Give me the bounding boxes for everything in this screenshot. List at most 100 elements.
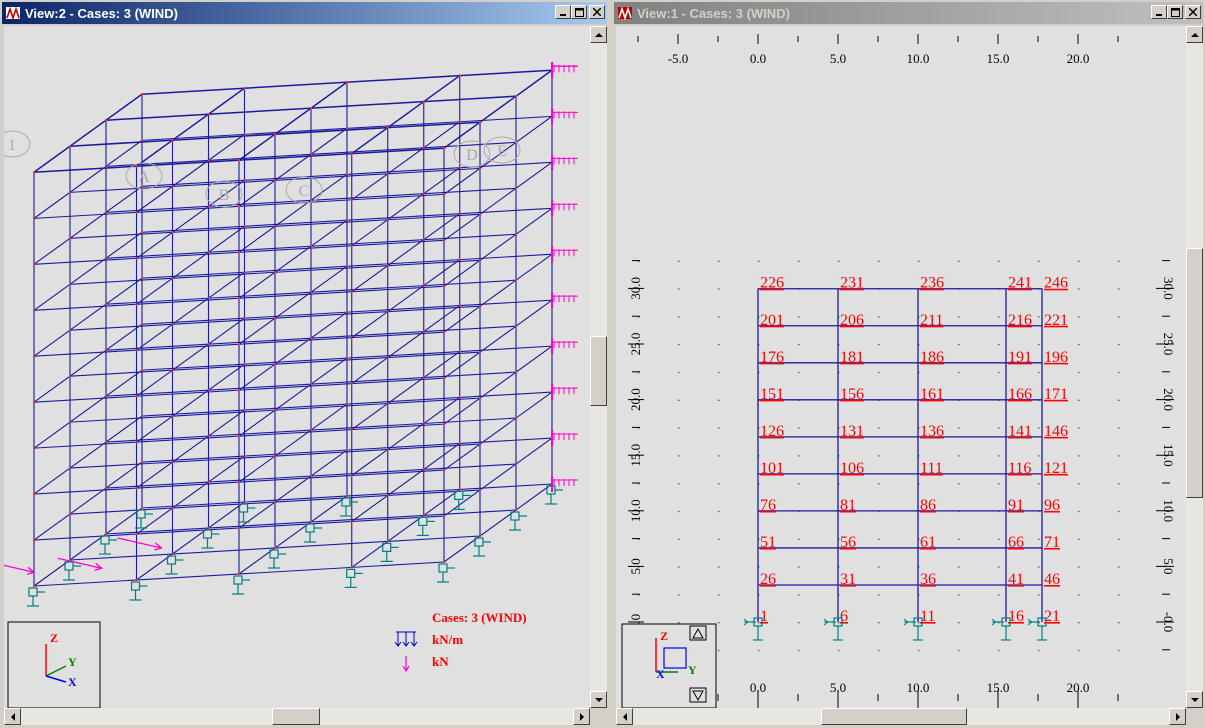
node-label: 216 bbox=[1008, 312, 1032, 329]
scroll-down-button[interactable] bbox=[590, 691, 607, 708]
maximize-button[interactable] bbox=[571, 5, 587, 19]
left-3d-viewport[interactable]: 1 D E A B C Cases: 3 (WIND) kN/m kN Z Y X bbox=[4, 26, 590, 708]
structure-elevation-view[interactable]: -5.0-5.00.00.05.05.010.010.015.015.020.0… bbox=[616, 26, 1186, 708]
right-vertical-scrollbar[interactable] bbox=[1186, 26, 1203, 708]
grid-dot bbox=[1118, 399, 1120, 401]
left-vertical-scrollbar[interactable] bbox=[590, 26, 607, 708]
maximize-button[interactable] bbox=[1167, 5, 1183, 19]
grid-dot bbox=[998, 371, 1000, 374]
x-tick-label-bottom: 5.0 bbox=[830, 680, 846, 695]
left-horizontal-scrollbar[interactable] bbox=[4, 708, 590, 725]
grid-dot bbox=[798, 455, 800, 457]
legend-point-unit: kN bbox=[432, 654, 449, 669]
grid-dot bbox=[718, 288, 720, 290]
node-point bbox=[515, 233, 517, 236]
grid-dot bbox=[678, 399, 680, 401]
beam-y-member bbox=[238, 265, 348, 345]
grid-dot bbox=[1078, 649, 1080, 652]
resize-grip[interactable] bbox=[1186, 708, 1203, 725]
node-label: 196 bbox=[1044, 349, 1068, 366]
grid-dot bbox=[878, 455, 880, 457]
node-point bbox=[141, 415, 143, 418]
node-point bbox=[274, 409, 276, 412]
close-button[interactable] bbox=[589, 5, 605, 19]
node-point bbox=[33, 447, 35, 450]
node-label: 26 bbox=[760, 571, 776, 588]
point-load-arrow bbox=[4, 564, 35, 573]
node-point bbox=[171, 507, 174, 510]
support-box bbox=[233, 575, 243, 585]
node-point bbox=[33, 171, 35, 173]
resize-grip[interactable] bbox=[590, 708, 607, 725]
node-label: 81 bbox=[840, 497, 856, 514]
x-tick-label-top: 0.0 bbox=[750, 51, 766, 66]
grid-dot bbox=[1078, 622, 1080, 624]
close-button[interactable] bbox=[1185, 5, 1201, 19]
grid-dot bbox=[998, 427, 1000, 429]
scroll-up-button[interactable] bbox=[1186, 26, 1203, 43]
beam-y-member bbox=[136, 87, 245, 167]
grid-dot bbox=[678, 316, 680, 318]
node-point bbox=[238, 573, 240, 575]
minimize-button[interactable] bbox=[1151, 5, 1167, 19]
node-point bbox=[458, 396, 461, 399]
node-point bbox=[135, 165, 138, 167]
beam-y-member bbox=[238, 449, 348, 529]
node-point bbox=[443, 469, 445, 472]
node-point bbox=[350, 152, 353, 155]
node-label: 91 bbox=[1008, 497, 1024, 514]
scroll-left-button[interactable] bbox=[616, 708, 633, 725]
x-tick-label-top: 15.0 bbox=[987, 51, 1010, 66]
scroll-down-button[interactable] bbox=[1186, 691, 1203, 708]
right-horizontal-scrollbar[interactable] bbox=[616, 708, 1186, 725]
scroll-right-button[interactable] bbox=[573, 708, 590, 725]
node-point bbox=[386, 218, 389, 221]
node-label: 6 bbox=[840, 608, 848, 625]
node-point bbox=[479, 443, 481, 446]
scroll-thumb[interactable] bbox=[821, 708, 967, 725]
node-point bbox=[105, 303, 107, 306]
grid-dot bbox=[1118, 260, 1120, 262]
node-point bbox=[238, 481, 240, 484]
supports bbox=[27, 485, 563, 607]
node-label: 41 bbox=[1008, 571, 1024, 588]
left-titlebar[interactable]: View:2 - Cases: 3 (WIND) bbox=[2, 2, 607, 24]
grid-dot bbox=[878, 538, 880, 540]
node-point bbox=[207, 113, 210, 115]
grid-dot bbox=[958, 649, 960, 652]
grid-dot bbox=[838, 649, 840, 652]
node-point bbox=[443, 561, 445, 563]
arrow-up-icon bbox=[594, 32, 603, 37]
node-point bbox=[479, 489, 481, 492]
node-point bbox=[350, 428, 353, 431]
structure-3d-view[interactable]: 1 D E A B C Cases: 3 (WIND) kN/m kN ZYX bbox=[4, 26, 590, 708]
scroll-thumb[interactable] bbox=[590, 336, 607, 406]
node-label: 126 bbox=[760, 423, 784, 440]
node-point bbox=[171, 553, 174, 555]
node-point bbox=[458, 212, 461, 215]
node-label: 231 bbox=[840, 275, 864, 292]
right-2d-viewport[interactable]: -5.0-5.00.00.05.05.010.010.015.015.020.0… bbox=[616, 26, 1186, 708]
beam-y-member bbox=[238, 127, 348, 207]
scroll-thumb[interactable] bbox=[1186, 248, 1203, 498]
node-point bbox=[105, 533, 107, 535]
grid-dot bbox=[958, 622, 960, 624]
node-point bbox=[243, 317, 246, 320]
grid-dot bbox=[1038, 566, 1040, 568]
left-view-window[interactable]: View:2 - Cases: 3 (WIND) 1 D E A B C Cases: 3 … bbox=[0, 0, 609, 728]
node-label: 221 bbox=[1044, 312, 1068, 329]
right-titlebar[interactable]: View:1 - Cases: 3 (WIND) bbox=[614, 2, 1203, 24]
node-point bbox=[422, 192, 425, 195]
scroll-left-button[interactable] bbox=[4, 708, 21, 725]
scroll-thumb[interactable] bbox=[272, 708, 320, 725]
node-point bbox=[171, 277, 174, 280]
node-point bbox=[350, 474, 353, 477]
scroll-right-button[interactable] bbox=[1169, 708, 1186, 725]
beam-y-member bbox=[136, 409, 245, 489]
right-view-window[interactable]: View:1 - Cases: 3 (WIND) -5.0-5.00.00.05… bbox=[612, 0, 1205, 728]
node-label: 86 bbox=[920, 497, 936, 514]
minimize-button[interactable] bbox=[555, 5, 571, 19]
scroll-up-button[interactable] bbox=[590, 26, 607, 43]
node-label: 201 bbox=[760, 312, 784, 329]
node-point bbox=[350, 244, 353, 247]
